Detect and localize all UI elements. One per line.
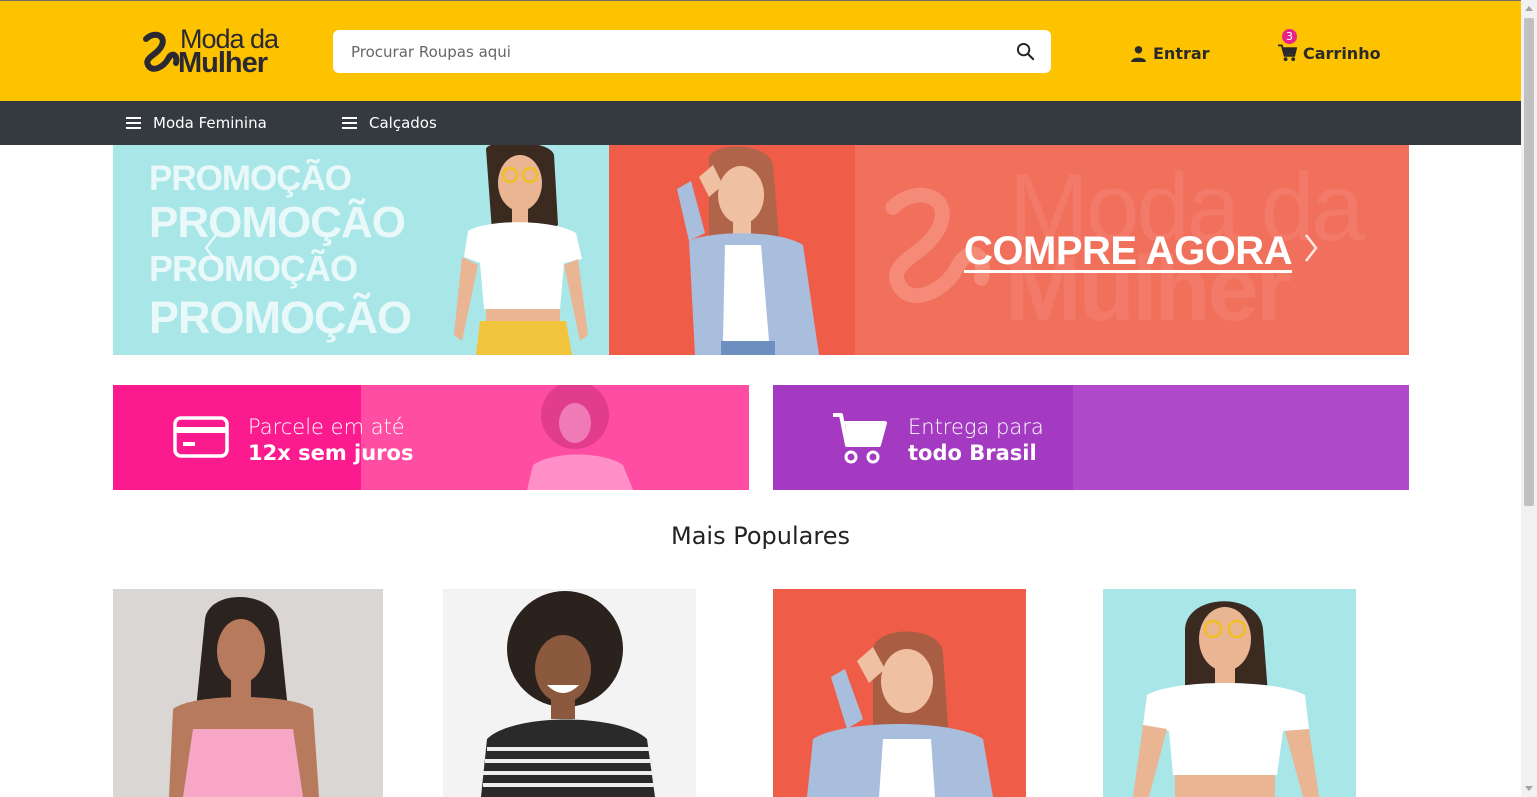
login-label: Entrar bbox=[1153, 43, 1210, 63]
search-icon[interactable] bbox=[1016, 42, 1035, 61]
site-header: Moda da Mulher Entrar 3 Carrinho bbox=[0, 0, 1521, 101]
hero-carousel[interactable]: PROMOÇÃO PROMOÇÃO PROMOÇÃO PROMOÇÃO Moda… bbox=[113, 145, 1409, 355]
menu-icon bbox=[126, 117, 141, 129]
product-card[interactable] bbox=[773, 589, 1026, 797]
product-card[interactable] bbox=[1103, 589, 1356, 797]
login-link[interactable]: Entrar bbox=[1130, 42, 1210, 64]
site-logo[interactable]: Moda da Mulher bbox=[140, 25, 285, 81]
cart-icon bbox=[1278, 44, 1297, 62]
search-input[interactable] bbox=[351, 30, 991, 73]
scroll-up-icon[interactable] bbox=[1525, 6, 1533, 11]
scroll-down-icon[interactable] bbox=[1525, 786, 1533, 791]
carousel-next-icon[interactable] bbox=[1303, 233, 1319, 263]
cart-link[interactable]: 3 Carrinho bbox=[1278, 29, 1381, 64]
shopping-cart-icon bbox=[833, 413, 887, 464]
category-label: Moda Feminina bbox=[153, 114, 267, 132]
category-nav: Moda Feminina Calçados bbox=[0, 101, 1521, 145]
hero-model-image bbox=[454, 145, 588, 355]
banner-text-line2: todo Brasil bbox=[908, 441, 1037, 465]
promo-text: PROMOÇÃO bbox=[149, 248, 358, 289]
hero-left-panel: PROMOÇÃO PROMOÇÃO PROMOÇÃO PROMOÇÃO bbox=[113, 145, 609, 355]
hero-model-image bbox=[677, 146, 819, 355]
credit-card-icon bbox=[173, 416, 229, 458]
cart-label: Carrinho bbox=[1303, 43, 1381, 63]
page-scrollbar[interactable] bbox=[1521, 0, 1537, 797]
category-label: Calçados bbox=[369, 114, 437, 132]
promo-text: PROMOÇÃO bbox=[149, 292, 412, 343]
product-image bbox=[807, 631, 993, 797]
menu-icon bbox=[342, 117, 357, 129]
hero-right-panel: Moda da Mulher COMPRE AGORA bbox=[609, 145, 1409, 355]
promo-text: PROMOÇÃO bbox=[149, 159, 352, 198]
search-bar bbox=[333, 30, 1051, 73]
banner-bg-overlay bbox=[1073, 385, 1409, 490]
product-card[interactable] bbox=[443, 589, 696, 797]
category-calcados[interactable]: Calçados bbox=[342, 101, 437, 145]
carousel-prev-icon[interactable] bbox=[203, 233, 219, 263]
product-card[interactable] bbox=[113, 589, 383, 797]
scrollbar-thumb[interactable] bbox=[1524, 18, 1534, 506]
product-image bbox=[169, 596, 319, 797]
shop-now-link[interactable]: COMPRE AGORA bbox=[964, 229, 1293, 274]
shipping-banner[interactable]: Entrega para todo Brasil bbox=[773, 385, 1409, 490]
cart-count-badge: 3 bbox=[1282, 29, 1297, 44]
section-title: Mais Populares bbox=[671, 522, 850, 550]
user-icon bbox=[1131, 45, 1146, 62]
banner-text-line1: Entrega para bbox=[908, 415, 1044, 439]
category-moda-feminina[interactable]: Moda Feminina bbox=[126, 101, 267, 145]
product-image bbox=[1133, 601, 1319, 797]
banner-text-line1: Parcele em até bbox=[248, 415, 405, 439]
banner-model-image bbox=[527, 385, 633, 490]
promo-text: PROMOÇÃO bbox=[149, 198, 406, 247]
installments-banner[interactable]: Parcele em até 12x sem juros bbox=[113, 385, 749, 490]
banner-text-line2: 12x sem juros bbox=[248, 441, 414, 465]
product-image bbox=[481, 591, 655, 797]
logo-text-line2: Mulher bbox=[178, 47, 268, 79]
